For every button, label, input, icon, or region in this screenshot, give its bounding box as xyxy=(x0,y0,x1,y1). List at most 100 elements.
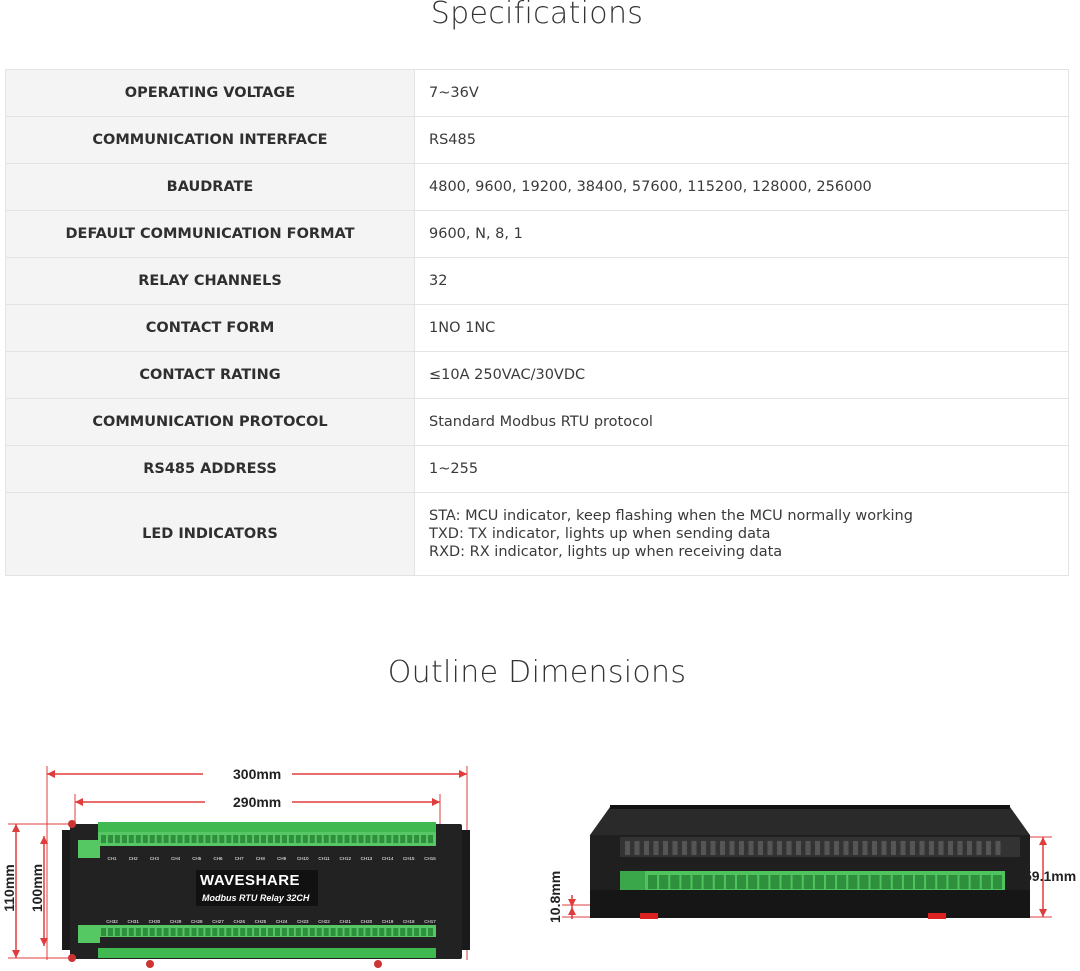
terminal-screw xyxy=(205,928,211,936)
terminal-screw xyxy=(114,835,120,843)
vent-slot xyxy=(872,841,877,855)
led-indicator-line: STA: MCU indicator, keep flashing when t… xyxy=(429,508,913,524)
vent-slot xyxy=(653,841,659,855)
terminal-screw xyxy=(737,875,747,889)
channel-label: CH8 xyxy=(256,856,265,861)
vent-slot xyxy=(929,841,934,855)
terminal-screw xyxy=(330,835,336,843)
terminal-screw xyxy=(309,928,315,936)
terminal-screw xyxy=(163,928,169,936)
channel-label: CH30 xyxy=(149,919,161,924)
terminal-screw xyxy=(323,835,329,843)
vent-slot xyxy=(786,841,792,855)
terminal-screw xyxy=(703,875,713,889)
terminal-screw xyxy=(316,835,322,843)
side-base-label: 10.8mm xyxy=(547,870,563,923)
vent-slot xyxy=(634,841,640,855)
channel-label: CH6 xyxy=(213,856,222,861)
vent-slot xyxy=(957,841,963,855)
terminal-screw xyxy=(414,835,420,843)
terminal-screw xyxy=(149,928,155,936)
terminal-screw xyxy=(191,928,197,936)
terminal-screw xyxy=(198,835,204,843)
vent-slot xyxy=(995,841,1001,855)
terminal-screw xyxy=(247,928,253,936)
spec-value: 32 xyxy=(414,257,1069,305)
vent-slot xyxy=(672,841,678,855)
terminal-screw xyxy=(970,875,980,889)
specifications-table: OPERATING VOLTAGE 7~36V COMMUNICATION INTE… xyxy=(5,69,1069,576)
spec-key: CONTACT FORM xyxy=(5,304,415,352)
terminal-screw xyxy=(205,835,211,843)
vent-slot xyxy=(967,841,972,855)
channel-label: CH15 xyxy=(403,856,415,861)
terminal-screw xyxy=(407,928,413,936)
terminal-screw xyxy=(247,835,253,843)
channel-label: CH16 xyxy=(424,856,436,861)
terminal-screw xyxy=(240,835,246,843)
channel-label: CH4 xyxy=(171,856,180,861)
terminal-screw xyxy=(170,928,176,936)
terminal-screw xyxy=(781,875,791,889)
vent-slot xyxy=(986,841,991,855)
channel-label: CH13 xyxy=(361,856,373,861)
spec-row: RELAY CHANNELS 32 xyxy=(5,257,1069,305)
terminal-screw xyxy=(184,928,190,936)
specifications-title: Specifications xyxy=(430,0,644,31)
terminal-screw xyxy=(725,875,735,889)
terminal-screw xyxy=(302,928,308,936)
terminal-screw xyxy=(393,835,399,843)
terminal-screw xyxy=(323,928,329,936)
channel-label: CH12 xyxy=(339,856,351,861)
terminal-screw xyxy=(184,835,190,843)
terminal-screw xyxy=(337,928,343,936)
terminal-screw xyxy=(859,875,869,889)
terminal-screw xyxy=(365,928,371,936)
channel-label: CH23 xyxy=(297,919,309,924)
terminal-screw xyxy=(414,928,420,936)
spec-value: Standard Modbus RTU protocol xyxy=(414,398,1069,446)
terminal-screw xyxy=(870,875,880,889)
vent-slot xyxy=(824,841,830,855)
side-height-label: 59.1mm xyxy=(1024,868,1077,884)
channel-label: CH11 xyxy=(318,856,330,861)
terminal-screw xyxy=(670,875,680,889)
terminal-screw xyxy=(351,928,357,936)
terminal-screw xyxy=(386,835,392,843)
spec-key: OPERATING VOLTAGE xyxy=(5,69,415,117)
terminal-screw xyxy=(309,835,315,843)
spec-key: RELAY CHANNELS xyxy=(5,257,415,305)
spec-row: DEFAULT COMMUNICATION FORMAT 9600, N, 8, … xyxy=(5,210,1069,258)
terminal-screw xyxy=(770,875,780,889)
channel-label: CH28 xyxy=(191,919,203,924)
terminal-screw xyxy=(358,928,364,936)
vent-slot xyxy=(767,841,773,855)
terminal-screw xyxy=(275,928,280,936)
terminal-screw xyxy=(379,928,385,936)
spec-key: COMMUNICATION PROTOCOL xyxy=(5,398,415,446)
vent-slot xyxy=(976,841,982,855)
terminal-screw xyxy=(268,928,273,936)
terminal-screw xyxy=(156,928,162,936)
vent-slot xyxy=(948,841,953,855)
terminal-screw xyxy=(219,928,225,936)
terminal-screw xyxy=(681,875,691,889)
terminal-screw xyxy=(170,835,176,843)
terminal-screw xyxy=(393,928,399,936)
side-view-drawing xyxy=(562,805,1052,919)
terminal-screw xyxy=(421,928,427,936)
vent-slot xyxy=(701,841,706,855)
width-outer-label: 300mm xyxy=(233,766,282,782)
channel-label: CH19 xyxy=(382,919,394,924)
spec-value-led: STA: MCU indicator, keep flashing when t… xyxy=(414,492,1069,576)
terminal-screw xyxy=(372,928,378,936)
spec-row: BAUDRATE 4800, 9600, 19200, 38400, 57600,… xyxy=(5,163,1069,211)
product-name: Modbus RTU Relay 32CH xyxy=(202,893,310,903)
terminal-screw xyxy=(254,835,260,843)
terminal-screw xyxy=(379,835,385,843)
vent-slot xyxy=(862,841,868,855)
terminal-screw xyxy=(792,875,802,889)
terminal-screw xyxy=(135,835,141,843)
spec-key: DEFAULT COMMUNICATION FORMAT xyxy=(5,210,415,258)
terminal-screw xyxy=(261,928,266,936)
